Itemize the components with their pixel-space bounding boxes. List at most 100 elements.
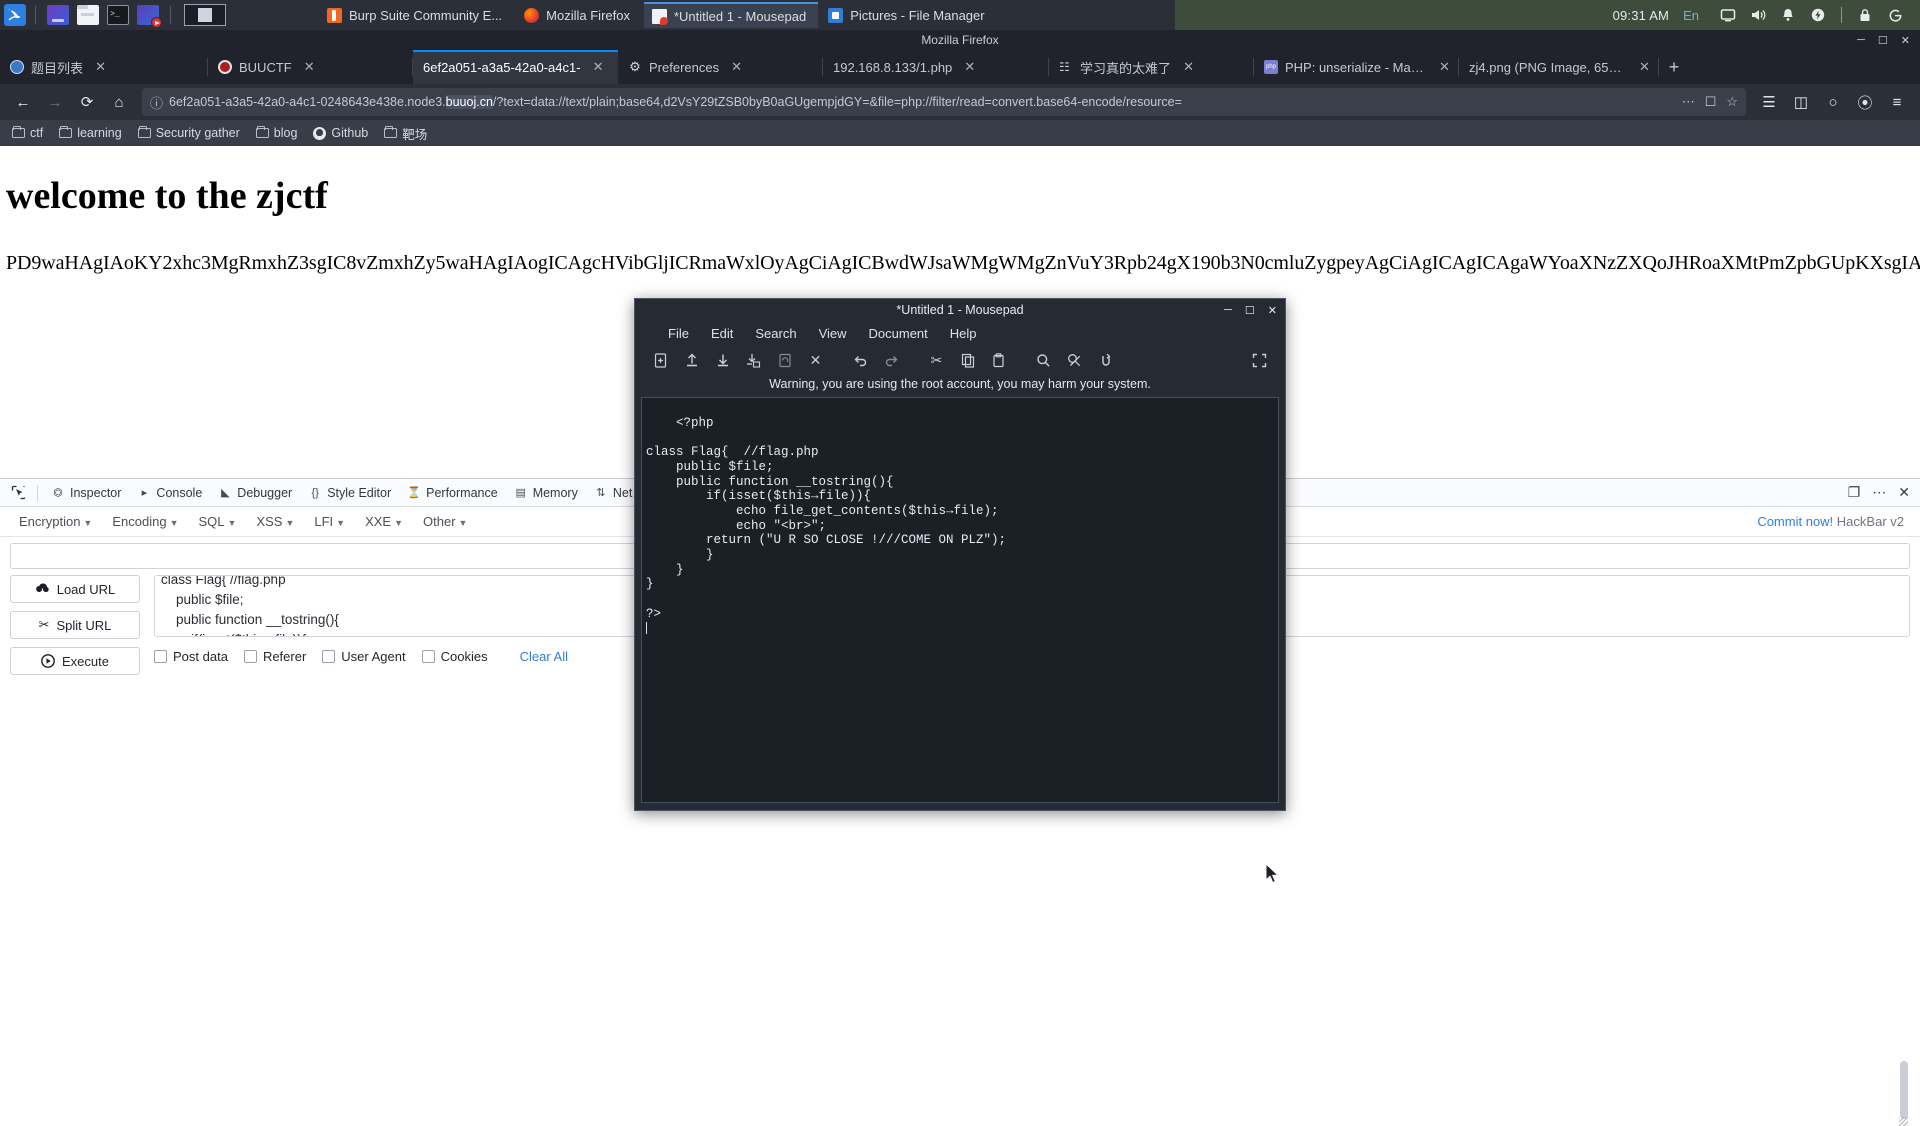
new-document-icon[interactable] bbox=[645, 347, 676, 373]
bookmark-learning[interactable]: learning bbox=[59, 125, 122, 140]
hackbar-scrollbar-thumb[interactable] bbox=[1900, 1061, 1908, 1119]
reload-icon[interactable] bbox=[769, 347, 800, 373]
browser-tab-7[interactable]: zj4.png (PNG Image, 650 × 5 ✕ bbox=[1459, 50, 1659, 84]
browser-tab-1[interactable]: BUUCTF ✕ bbox=[208, 50, 413, 84]
checkbox-user-agent[interactable]: User Agent bbox=[322, 649, 406, 664]
responsive-design-icon[interactable]: ❐ bbox=[1848, 484, 1861, 501]
devtools-tab-memory[interactable]: ▤ Memory bbox=[506, 480, 586, 506]
extensions-icon[interactable]: ⦿ bbox=[1850, 88, 1880, 116]
launcher-files-icon[interactable] bbox=[77, 5, 99, 25]
undo-icon[interactable] bbox=[845, 347, 876, 373]
tab-close-icon[interactable]: ✕ bbox=[1438, 59, 1451, 75]
launcher-screen-recorder-icon[interactable] bbox=[137, 5, 162, 28]
power-icon[interactable] bbox=[1803, 0, 1833, 30]
hackbar-menu-xxe[interactable]: XXE ▼ bbox=[356, 511, 412, 532]
devtools-tab-style-editor[interactable]: {} Style Editor bbox=[300, 480, 399, 506]
devtools-tab-performance[interactable]: ⏳ Performance bbox=[399, 480, 506, 506]
hackbar-menu-encoding[interactable]: Encoding ▼ bbox=[103, 511, 187, 532]
save-as-icon[interactable] bbox=[738, 347, 769, 373]
fullscreen-icon[interactable] bbox=[1244, 347, 1275, 373]
hackbar-menu-lfi[interactable]: LFI ▼ bbox=[305, 511, 354, 532]
hackbar-menu-other[interactable]: Other ▼ bbox=[414, 511, 476, 532]
address-bar[interactable]: ⓘ 6ef2a051-a3a5-42a0-a4c1-0248643e438e.n… bbox=[142, 88, 1746, 116]
home-button[interactable]: ⌂ bbox=[104, 88, 134, 116]
devtools-tab-network[interactable]: ⇅ Net bbox=[586, 480, 640, 506]
save-file-icon[interactable] bbox=[707, 347, 738, 373]
info-circle-icon[interactable]: ⓘ bbox=[150, 93, 163, 112]
cut-icon[interactable]: ✂ bbox=[921, 347, 952, 373]
forward-button[interactable]: → bbox=[40, 88, 70, 116]
bookmark-star-icon[interactable]: ☆ bbox=[1726, 94, 1738, 110]
menu-file[interactable]: File bbox=[657, 326, 700, 341]
clear-all-link[interactable]: Clear All bbox=[520, 649, 568, 664]
library-icon[interactable]: ☰ bbox=[1754, 88, 1784, 116]
more-dots-icon[interactable]: ⋯ bbox=[1682, 94, 1695, 110]
taskbar-window-mousepad[interactable]: *Untitled 1 - Mousepad bbox=[643, 2, 819, 28]
tab-close-icon[interactable]: ✕ bbox=[963, 59, 976, 75]
new-tab-button[interactable]: + bbox=[1659, 50, 1689, 84]
logout-icon[interactable] bbox=[1880, 0, 1910, 30]
find-icon[interactable] bbox=[1028, 347, 1059, 373]
bookmark-security-gather[interactable]: Security gather bbox=[137, 125, 240, 140]
browser-tab-5[interactable]: ☷ 学习真的太难了 ✕ bbox=[1049, 50, 1254, 84]
minimize-button[interactable]: ─ bbox=[1857, 34, 1865, 46]
checkbox-referer[interactable]: Referer bbox=[243, 649, 306, 664]
display-icon[interactable] bbox=[1713, 0, 1743, 30]
bookmark-target-range[interactable]: 靶场 bbox=[384, 124, 427, 143]
tab-close-icon[interactable]: ✕ bbox=[94, 59, 107, 75]
checkbox-cookies[interactable]: Cookies bbox=[421, 649, 488, 664]
bookmark-github[interactable]: Github bbox=[313, 126, 368, 140]
menu-help[interactable]: Help bbox=[939, 326, 988, 341]
browser-tab-4[interactable]: 192.168.8.133/1.php ✕ bbox=[823, 50, 1049, 84]
menu-document[interactable]: Document bbox=[858, 326, 939, 341]
lock-icon[interactable] bbox=[1850, 0, 1880, 30]
browser-tab-2[interactable]: 6ef2a051-a3a5-42a0-a4c1- ✕ bbox=[413, 50, 618, 84]
tab-close-icon[interactable]: ✕ bbox=[730, 59, 743, 75]
devtools-tab-inspector[interactable]: ⏣ Inspector bbox=[43, 480, 129, 506]
hackbar-resize-grip[interactable] bbox=[1899, 1117, 1908, 1126]
redo-icon[interactable] bbox=[876, 347, 907, 373]
commit-now-link[interactable]: Commit now! bbox=[1757, 514, 1833, 529]
menu-edit[interactable]: Edit bbox=[700, 326, 744, 341]
taskbar-window-filemanager[interactable]: Pictures - File Manager bbox=[820, 2, 996, 28]
open-file-icon[interactable] bbox=[676, 347, 707, 373]
tab-close-icon[interactable]: ✕ bbox=[303, 59, 316, 75]
hackbar-menu-xss[interactable]: XSS ▼ bbox=[247, 511, 303, 532]
sidebar-icon[interactable]: ◫ bbox=[1786, 88, 1816, 116]
kali-menu-icon[interactable] bbox=[2, 2, 28, 28]
hackbar-menu-sql[interactable]: SQL ▼ bbox=[189, 511, 245, 532]
meatball-menu-icon[interactable]: ⋯ bbox=[1872, 484, 1886, 501]
keyboard-language-indicator[interactable]: En bbox=[1683, 8, 1699, 23]
load-url-button[interactable]: Load URL bbox=[10, 575, 140, 603]
close-icon[interactable]: ✕ bbox=[1898, 484, 1910, 501]
element-picker-icon[interactable] bbox=[4, 480, 32, 506]
minimize-button[interactable]: ─ bbox=[1224, 304, 1232, 316]
maximize-button[interactable]: ☐ bbox=[1878, 34, 1888, 47]
reader-icon[interactable]: ☐ bbox=[1705, 94, 1717, 110]
taskbar-window-firefox[interactable]: Mozilla Firefox bbox=[516, 2, 642, 28]
app-menu-icon[interactable]: ≡ bbox=[1882, 88, 1912, 116]
tab-close-icon[interactable]: ✕ bbox=[592, 59, 605, 75]
browser-tab-3[interactable]: ⚙ Preferences ✕ bbox=[618, 50, 823, 84]
find-replace-icon[interactable] bbox=[1059, 347, 1090, 373]
copy-icon[interactable] bbox=[952, 347, 983, 373]
tab-close-icon[interactable]: ✕ bbox=[1638, 59, 1651, 75]
checkbox-post-data[interactable]: Post data bbox=[154, 649, 228, 664]
browser-tab-0[interactable]: 题目列表 ✕ bbox=[0, 50, 208, 84]
paste-icon[interactable] bbox=[983, 347, 1014, 373]
volume-icon[interactable] bbox=[1743, 0, 1773, 30]
hackbar-menu-encryption[interactable]: Encryption ▼ bbox=[10, 511, 101, 532]
notification-bell-icon[interactable] bbox=[1773, 0, 1803, 30]
menu-search[interactable]: Search bbox=[744, 326, 807, 341]
reload-button[interactable]: ⟳ bbox=[72, 88, 102, 116]
taskbar-window-burp[interactable]: Burp Suite Community E... bbox=[319, 2, 514, 28]
bookmark-ctf[interactable]: ctf bbox=[12, 125, 43, 140]
browser-tab-6[interactable]: php PHP: unserialize - Manual ✕ bbox=[1254, 50, 1459, 84]
bookmark-blog[interactable]: blog bbox=[255, 125, 297, 140]
close-button[interactable]: ✕ bbox=[1268, 304, 1277, 317]
account-icon[interactable]: ○ bbox=[1818, 88, 1848, 116]
mousepad-text-editor[interactable]: <?php class Flag{ //flag.php public $fil… bbox=[641, 397, 1279, 803]
devtools-tab-console[interactable]: ▸ Console bbox=[129, 480, 210, 506]
back-button[interactable]: ← bbox=[8, 88, 38, 116]
launcher-terminal-icon[interactable]: >_ bbox=[107, 5, 129, 25]
